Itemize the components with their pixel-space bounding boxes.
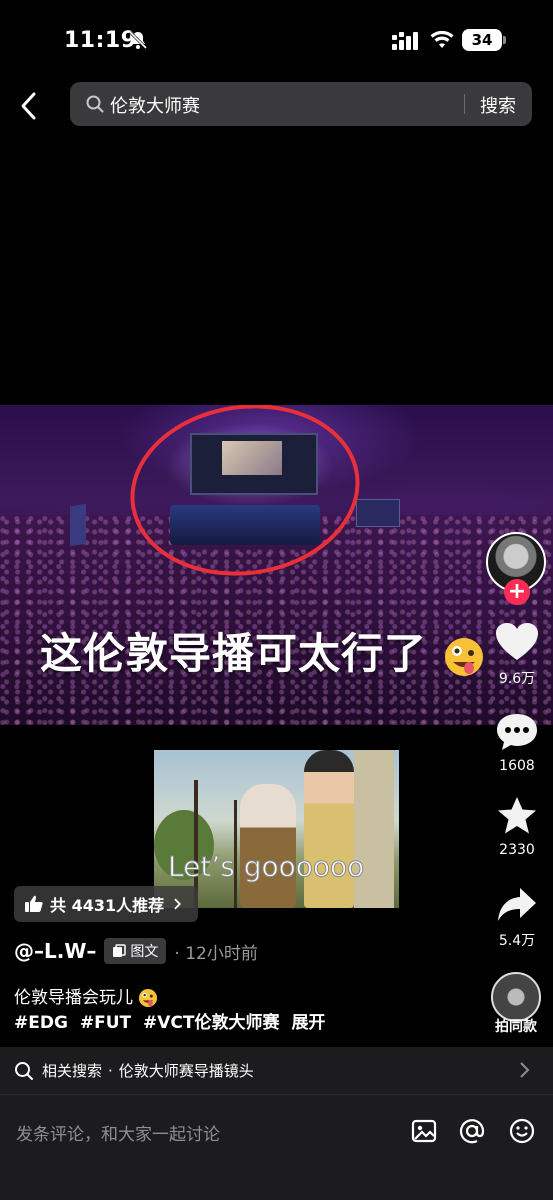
like-button[interactable]: 9.6万 (488, 622, 546, 688)
wifi-icon (430, 30, 454, 48)
comment-button[interactable]: 1608 (488, 712, 546, 774)
chevron-right-icon (520, 1062, 530, 1078)
at-mention-icon[interactable] (458, 1117, 486, 1145)
image-icon[interactable] (410, 1117, 438, 1145)
share-button[interactable]: 5.4万 (488, 886, 546, 950)
like-count: 9.6万 (498, 671, 536, 687)
comment-input[interactable]: 发条评论，和大家一起讨论 (16, 1120, 220, 1145)
status-time: 11:19 (64, 28, 137, 53)
comment-bubble-icon (497, 714, 537, 750)
share-count: 5.4万 (498, 933, 536, 949)
star-icon (498, 797, 536, 834)
battery-level: 34 (471, 31, 493, 49)
same-style-label: 拍同款 (495, 1019, 537, 1035)
chevron-right-icon (174, 898, 182, 910)
status-bar: 11:19 34 (0, 0, 553, 80)
share-arrow-icon (498, 888, 536, 921)
author-row: @–L.W– 图文 · 12小时前 (14, 938, 258, 964)
favorite-count: 2330 (499, 842, 535, 858)
overlay-caption-text: 这伦敦导播可太行了 (40, 629, 428, 678)
follow-plus-button[interactable]: + (504, 579, 530, 605)
emoji-icon[interactable] (508, 1117, 536, 1145)
comment-bar: 发条评论，和大家一起讨论 (0, 1094, 553, 1200)
post-time: · 12小时前 (174, 943, 258, 964)
image-stack-icon (113, 944, 127, 957)
hashtag-row: #EDG #FUT #VCT伦敦大师赛 展开 (14, 1008, 331, 1033)
meme-sticker-image: Let’s goooooo (154, 750, 399, 908)
search-icon (86, 95, 104, 113)
thumbs-up-icon (25, 895, 43, 912)
search-divider (464, 94, 465, 114)
recommend-count: 共 4431人推荐 (50, 896, 165, 915)
related-search-label: 相关搜索 (42, 1062, 103, 1080)
search-box[interactable]: 伦敦大师赛 搜索 (70, 82, 532, 126)
heart-icon (496, 623, 538, 660)
author-name[interactable]: @–L.W– (14, 939, 96, 963)
search-button[interactable]: 搜索 (480, 92, 516, 118)
back-icon[interactable] (14, 90, 46, 122)
music-disc-icon (491, 972, 541, 1022)
sticker-text: Let’s goooooo (167, 850, 365, 884)
post-type-label: 图文 (130, 944, 159, 960)
battery-icon: 34 (462, 29, 506, 51)
bell-off-icon (128, 30, 148, 50)
related-search-separator: · (108, 1061, 113, 1080)
post-description-text: 伦敦导播会玩儿 (14, 988, 133, 1008)
search-input[interactable]: 伦敦大师赛 (110, 92, 200, 118)
comment-count: 1608 (499, 758, 535, 774)
hashtag-link[interactable]: #VCT伦敦大师赛 (143, 1013, 279, 1033)
same-style-button[interactable]: 拍同款 (486, 972, 546, 1036)
overlay-caption: 这伦敦导播可太行了 (40, 620, 485, 681)
expand-button[interactable]: 展开 (291, 1013, 325, 1033)
crazy-face-emoji-icon (444, 637, 483, 676)
side-screen-left (70, 503, 86, 547)
search-icon (15, 1061, 33, 1080)
related-search-term: 伦敦大师赛导播镜头 (118, 1062, 254, 1080)
favorite-button[interactable]: 2330 (488, 796, 546, 858)
post-type-badge: 图文 (104, 938, 167, 964)
crazy-face-emoji-icon (139, 988, 158, 1008)
related-search-bar[interactable]: 相关搜索 · 伦敦大师赛导播镜头 (0, 1047, 553, 1094)
recommend-pill[interactable]: 共 4431人推荐 (14, 886, 199, 922)
hashtag-link[interactable]: #EDG (14, 1013, 68, 1033)
hashtag-link[interactable]: #FUT (80, 1013, 131, 1033)
post-description: 伦敦导播会玩儿 (14, 983, 158, 1008)
side-screen-right (356, 499, 400, 527)
signal-icon (392, 32, 418, 50)
